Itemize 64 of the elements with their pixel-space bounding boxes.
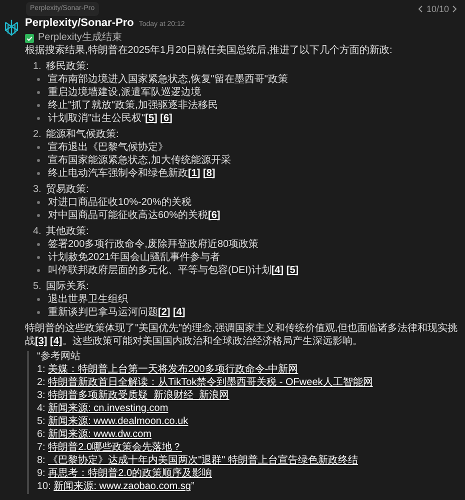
section-title: 移民政策: bbox=[46, 60, 89, 72]
summary-text: 特朗普的这些政策体现了"美国优先"的理念,强调国家主义和传统价值观,但也面临诸多法律和现实挑战[3] [4]。这些政策可能对美国国内政治和全球政治经济格局产生深远影响。 bbox=[25, 322, 459, 348]
list-item-text: 终止"抓了就放"政策,加强驱逐非法移民 bbox=[48, 100, 218, 112]
citation-link[interactable]: [4] bbox=[50, 336, 62, 347]
list-item-text: 计划赦免2021年国会山骚乱事件参与者 bbox=[48, 252, 220, 264]
page-counter: 10/10 bbox=[426, 3, 449, 15]
reference-line: 8: 《巴黎协定》达成十年内美国两次"退群" 特朗普上台宣告绿色新政终结 bbox=[37, 455, 360, 468]
list-item-text: 计划取消"出生公民权"[5] [6] bbox=[48, 112, 172, 124]
reference-line: 5: 新闻来源: www.dealmoon.co.uk bbox=[37, 416, 190, 428]
citation-link[interactable]: [5] bbox=[286, 264, 299, 276]
citation-link[interactable]: [1] bbox=[188, 168, 200, 178]
list-item-text: 签署200多项行政命令,废除拜登政府近80项政策 bbox=[48, 238, 259, 250]
reference-link[interactable]: 《巴黎协定》达成十年内美国两次"退群" 特朗普上台宣告绿色新政终结 bbox=[48, 455, 358, 466]
chevron-left-icon[interactable] bbox=[418, 5, 424, 13]
list-number: 5. bbox=[33, 280, 42, 292]
reference-link[interactable]: 再思考：特朗普2.0的政策顺序及影响 bbox=[48, 468, 212, 479]
citation-link[interactable]: [5] bbox=[145, 112, 158, 124]
reference-line: 2: 特朗普新政首日全解读：从TikTok禁令到墨西哥关税 - OFweek人工智能网 bbox=[37, 377, 374, 390]
citation-link[interactable]: [6] bbox=[208, 210, 220, 220]
reference-line: 3: 特朗普多项新政受质疑_新浪财经_新浪网 bbox=[37, 390, 230, 402]
list-number: 4. bbox=[33, 226, 42, 238]
reference-line: 4: 新闻来源: cn.investing.com bbox=[37, 403, 170, 416]
reference-link[interactable]: 新闻来源: www.zaobao.com.sg bbox=[54, 481, 191, 492]
reference-line: 6: 新闻来源: www.dw.com bbox=[37, 429, 152, 442]
chevron-right-icon[interactable] bbox=[452, 5, 457, 13]
list-item-text: 重启边境墙建设,派遣军队巡逻边境 bbox=[48, 86, 201, 98]
list-item-text: 退出世界卫生组织 bbox=[48, 294, 128, 306]
reference-line: 7: 特朗普2.0哪些政策会先落地？ bbox=[37, 442, 184, 454]
citation-link[interactable]: [4] bbox=[271, 264, 284, 276]
citation-link[interactable]: [8] bbox=[203, 168, 216, 178]
section-title: 贸易政策: bbox=[46, 184, 89, 196]
list-item-text: 对进口商品征收10%-20%的关税 bbox=[48, 196, 192, 208]
list-item-text: 宣布国家能源紧急状态,加大传统能源开采 bbox=[48, 154, 231, 166]
reference-link[interactable]: 新闻来源: www.dw.com bbox=[48, 429, 152, 440]
section-title: 能源和气候政策: bbox=[46, 128, 119, 140]
citation-link[interactable]: [4] bbox=[173, 306, 186, 318]
reference-link[interactable]: 特朗普新政首日全解读：从TikTok禁令到墨西哥关税 - OFweek人工智能网 bbox=[48, 377, 373, 388]
citation-link[interactable]: [3] bbox=[35, 336, 48, 347]
list-number: 2. bbox=[33, 128, 42, 140]
intro-text: 根据搜索结果,特朗普在2025年1月20日就任美国总统后,推进了以下几个方面的新政: bbox=[25, 45, 394, 57]
section-title: 其他政策: bbox=[46, 226, 89, 238]
list-item-text: 宣布退出《巴黎气候协定》 bbox=[48, 142, 168, 154]
citation-link[interactable]: [2] bbox=[158, 306, 170, 318]
list-item-text: 对中国商品可能征收高达60%的关税[6] bbox=[48, 210, 220, 222]
list-item-text: 叫停联邦政府层面的多元化、平等与包容(DEI)计划[4] [5] bbox=[48, 264, 299, 276]
list-item-text: 终止电动汽车强制令和绿色新政[1] [8] bbox=[48, 168, 216, 180]
list-item-text: 重新谈判巴拿马运河问题[2] [4] bbox=[48, 306, 186, 318]
status-text: Perplexity生成结束 bbox=[38, 32, 122, 44]
citation-link[interactable]: [6] bbox=[160, 112, 172, 124]
author-name[interactable]: Perplexity/Sonar-Pro bbox=[25, 17, 134, 29]
logo-icon bbox=[3, 19, 20, 36]
reference-link[interactable]: 特朗普多项新政受质疑_新浪财经_新浪网 bbox=[48, 390, 230, 401]
reference-link[interactable]: 特朗普2.0哪些政策会先落地？ bbox=[48, 442, 182, 453]
list-item-text: 宣布南部边境进入国家紧急状态,恢复"留在墨西哥"政策 bbox=[48, 74, 288, 86]
reference-line: 10: 新闻来源: www.zaobao.com.sg” bbox=[37, 481, 196, 494]
references-title: “参考网站 bbox=[37, 351, 82, 364]
list-number: 3. bbox=[33, 184, 42, 196]
reference-line: 1: 美媒：特朗普上台第一天将发布200多项行政命令-中新网 bbox=[37, 364, 300, 376]
list-number: 1. bbox=[33, 60, 42, 72]
reference-link[interactable]: 新闻来源: cn.investing.com bbox=[48, 403, 168, 414]
reference-link[interactable]: 美媒：特朗普上台第一天将发布200多项行政命令-中新网 bbox=[48, 364, 298, 375]
reference-link[interactable]: 新闻来源: www.dealmoon.co.uk bbox=[48, 416, 188, 427]
reference-line: 9: 再思考：特朗普2.0的政策顺序及影响 bbox=[37, 468, 214, 480]
section-title: 国际关系: bbox=[46, 280, 89, 292]
